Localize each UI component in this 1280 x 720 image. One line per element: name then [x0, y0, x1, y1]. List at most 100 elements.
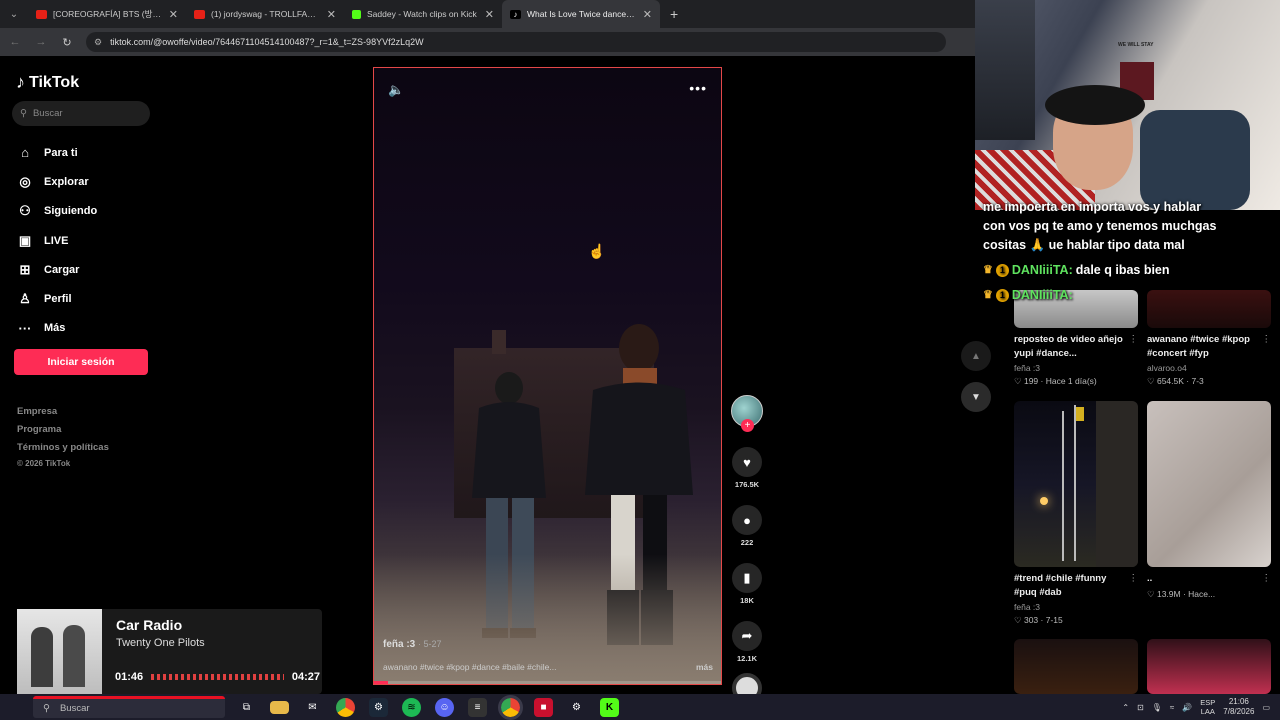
video-scene-tower: [492, 330, 506, 354]
building: [1096, 401, 1138, 567]
heart-icon[interactable]: ♥: [732, 447, 762, 477]
mail-icon[interactable]: ✉: [303, 698, 322, 717]
tab-search-icon[interactable]: ⌄: [0, 0, 28, 28]
sidebar-item-cargar[interactable]: ⊞ Cargar: [16, 255, 97, 284]
login-button[interactable]: Iniciar sesión: [14, 349, 148, 375]
steam-icon[interactable]: ⚙: [369, 697, 388, 717]
more-link[interactable]: más: [696, 662, 713, 672]
url-field[interactable]: ⚙ tiktok.com/@owoffe/video/7644671104514…: [86, 32, 946, 52]
browser-tab[interactable]: Saddey - Watch clips on Kick ✕: [344, 0, 502, 28]
close-icon[interactable]: ✕: [169, 8, 178, 21]
save-action[interactable]: ▮ 18K: [732, 563, 762, 605]
previous-video-button[interactable]: ▲: [961, 341, 991, 371]
volume-icon[interactable]: 🔈: [388, 82, 404, 98]
chrome-active-icon[interactable]: [498, 694, 523, 720]
sidebar-item-explorar[interactable]: ◎ Explorar: [16, 167, 97, 196]
settings-icon[interactable]: ⚙: [567, 698, 586, 717]
recommendation-caption-text: ..: [1147, 573, 1153, 584]
recommendation-card[interactable]: .. ⋮ ♡ 13.9M · Hace...: [1147, 401, 1271, 600]
sidebar-item-siguiendo[interactable]: ⚇ Siguiendo: [16, 197, 97, 226]
task-view-icon[interactable]: ⧉: [237, 698, 256, 717]
taskbar-clock[interactable]: 21:06 7/8/2026: [1223, 697, 1254, 717]
share-action[interactable]: ➦ 12.1K: [732, 621, 762, 663]
sidebar-item-para-ti[interactable]: ⌂ Para ti: [16, 138, 97, 167]
tab-title: What Is Love Twice dance duet: [527, 9, 637, 19]
more-options-icon[interactable]: ⋮: [1129, 333, 1139, 361]
notifications-icon[interactable]: ▭: [1262, 703, 1270, 712]
tray-network-icon[interactable]: ⊡: [1137, 703, 1144, 712]
bookmark-icon[interactable]: ▮: [732, 563, 762, 593]
footer-link[interactable]: Programa: [17, 421, 109, 439]
flag: [1076, 407, 1084, 421]
browser-tab[interactable]: [COREOGRAFÍA] BTS (방탄소년단) ✕: [28, 0, 186, 28]
recommendation-thumbnail[interactable]: [1147, 639, 1271, 694]
forward-icon[interactable]: →: [34, 36, 48, 48]
back-icon[interactable]: ←: [8, 36, 22, 48]
recommendation-card[interactable]: #trend #chile #funny #puq #dab ⋮ feña :3…: [1014, 401, 1138, 626]
more-options-icon[interactable]: ⋮: [1262, 572, 1272, 586]
recorder-icon[interactable]: ■: [534, 697, 553, 717]
new-tab-icon[interactable]: +: [670, 6, 678, 22]
share-icon[interactable]: ➦: [732, 621, 762, 651]
more-options-icon[interactable]: ⋮: [1262, 333, 1272, 361]
recommendation-thumbnail[interactable]: [1014, 639, 1138, 694]
kick-icon[interactable]: K: [600, 697, 619, 717]
more-options-icon[interactable]: ⋮: [1129, 572, 1139, 600]
tray-chevron-icon[interactable]: ⌃: [1122, 703, 1129, 712]
like-count: 176.5K: [734, 480, 760, 489]
language-indicator[interactable]: ESP LAA: [1200, 698, 1215, 716]
close-icon[interactable]: ✕: [485, 8, 494, 21]
tray-wifi-icon[interactable]: ≈: [1170, 703, 1174, 712]
search-icon: ⚲: [43, 703, 50, 714]
sidebar-item-perfil[interactable]: ♙ Perfil: [16, 284, 97, 313]
video-player[interactable]: 🔈 ••• feña :3 · 5-27 awanano #twice #kpo…: [373, 67, 722, 685]
more-icon: ···: [18, 320, 32, 336]
sidebar-item-label: LIVE: [44, 234, 69, 247]
comment-action[interactable]: ● 222: [732, 505, 762, 547]
follow-plus-icon[interactable]: +: [741, 419, 754, 432]
tiktok-logo[interactable]: ♪ TikTok: [16, 72, 79, 93]
file-explorer-icon[interactable]: [270, 700, 289, 714]
reload-icon[interactable]: ↻: [60, 36, 74, 49]
recommendation-author[interactable]: feña :3: [1014, 602, 1138, 612]
chrome-icon[interactable]: [336, 697, 355, 717]
copyright: © 2026 TikTok: [17, 459, 71, 468]
layout-code: LAA: [1200, 707, 1215, 716]
tray-volume-icon[interactable]: 🔊: [1182, 703, 1192, 712]
recommendation-author[interactable]: alvaroo.o4: [1147, 363, 1271, 373]
close-icon[interactable]: ✕: [643, 8, 652, 21]
recommendation-thumbnail[interactable]: [1014, 401, 1138, 567]
footer-link[interactable]: Empresa: [17, 403, 109, 421]
sidebar-item-mas[interactable]: ··· Más: [16, 314, 97, 343]
discord-icon[interactable]: ☺: [435, 697, 454, 717]
more-options-icon[interactable]: •••: [689, 80, 707, 96]
footer-link[interactable]: Términos y políticas: [17, 439, 109, 457]
video-progress-fill: [374, 681, 388, 684]
video-progress-bar[interactable]: [374, 681, 721, 684]
search-input[interactable]: ⚲ Buscar: [12, 101, 150, 126]
sidebar-item-live[interactable]: ▣ LIVE: [16, 226, 97, 255]
clock-date: 7/8/2026: [1223, 707, 1255, 716]
site-info-icon[interactable]: ⚙: [94, 37, 102, 48]
next-video-button[interactable]: ▼: [961, 382, 991, 412]
webcam-sign: WE WILL STAY: [1118, 42, 1154, 48]
comment-icon[interactable]: ●: [732, 505, 762, 535]
obs-icon[interactable]: ≡: [468, 697, 487, 717]
taskbar-search[interactable]: ⚲ Buscar: [33, 696, 225, 718]
chat-message-text: me impoerta en importa vos y hablar: [983, 200, 1202, 214]
tray-mic-icon[interactable]: 🎙: [1152, 703, 1162, 712]
spotify-icon[interactable]: ≋: [402, 697, 421, 717]
browser-tab-active[interactable]: ♪ What Is Love Twice dance duet ✕: [502, 0, 660, 28]
recommendation-thumbnail[interactable]: [1147, 401, 1271, 567]
author-avatar[interactable]: +: [731, 395, 763, 432]
like-action[interactable]: ♥ 176.5K: [732, 447, 762, 489]
album-figure: [31, 627, 53, 687]
video-description: awanano #twice #kpop #dance #baile #chil…: [383, 662, 713, 672]
video-author-line[interactable]: feña :3 · 5-27: [383, 639, 442, 650]
close-icon[interactable]: ✕: [327, 8, 336, 21]
comment-count: 222: [740, 538, 754, 547]
recommendation-caption-text: reposteo de video añejo yupi #dance...: [1014, 334, 1123, 359]
sidebar-item-label: Para ti: [44, 146, 78, 159]
browser-tab[interactable]: (1) jordyswag - TROLLFACE REM ✕: [186, 0, 344, 28]
recommendation-author[interactable]: feña :3: [1014, 363, 1138, 373]
